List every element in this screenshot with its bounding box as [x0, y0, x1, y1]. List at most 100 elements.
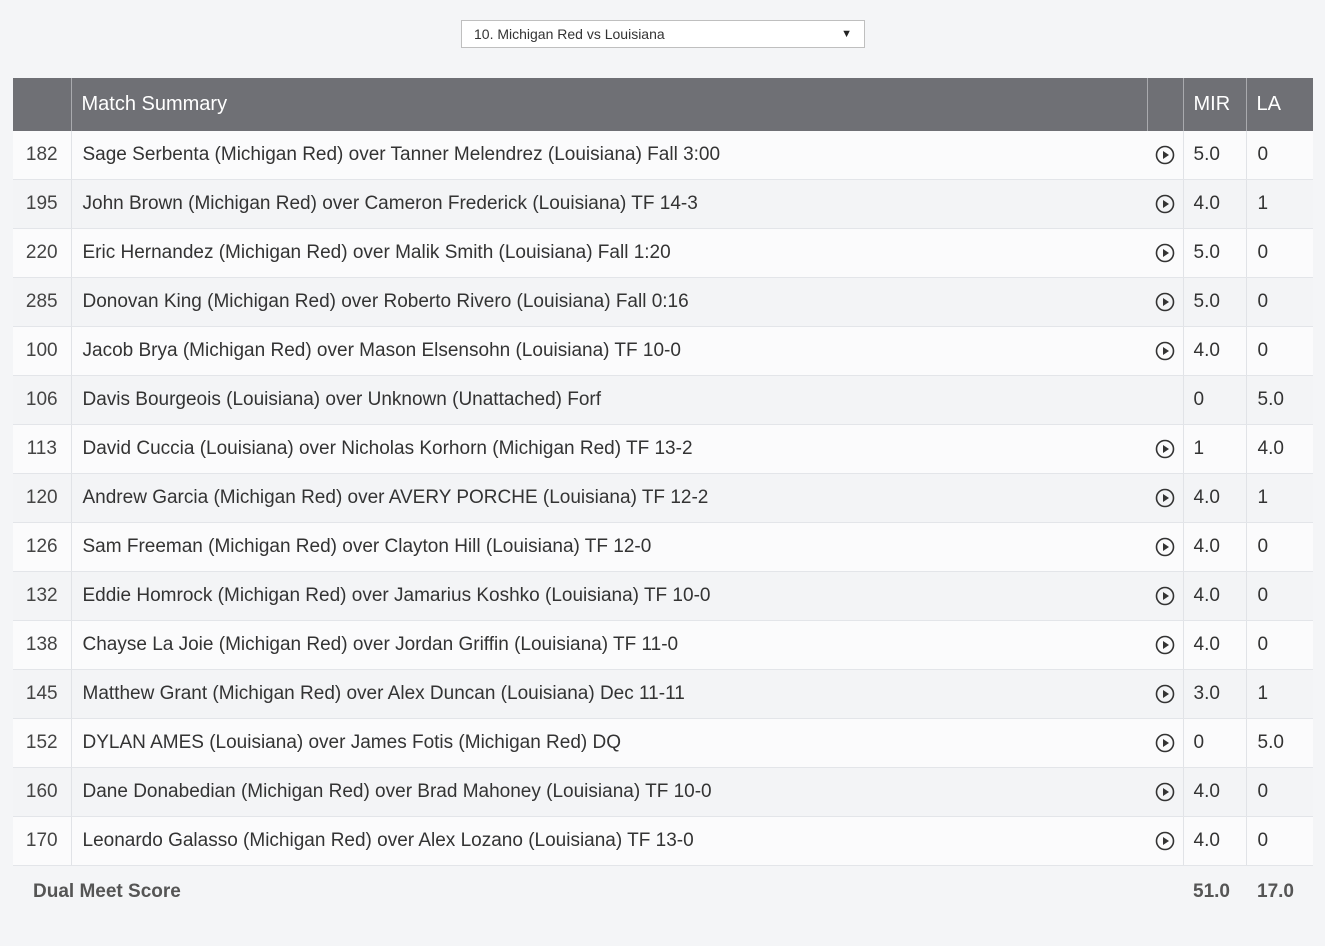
team2-points: 5.0 [1246, 718, 1313, 768]
team2-points: 1 [1246, 669, 1313, 719]
video-cell [1147, 375, 1183, 425]
video-cell [1147, 718, 1183, 768]
header-team1: MIR [1183, 78, 1247, 131]
table-row: 100 Jacob Brya (Michigan Red) over Mason … [13, 326, 1313, 376]
play-circle-icon[interactable] [1155, 292, 1175, 312]
total-la: 17.0 [1257, 881, 1294, 902]
table-row: 120 Andrew Garcia (Michigan Red) over AVE… [13, 473, 1313, 523]
dual-meet-select[interactable]: 10. Michigan Red vs Louisiana ▼ [461, 20, 865, 48]
play-circle-icon[interactable] [1155, 782, 1175, 802]
play-circle-icon[interactable] [1155, 537, 1175, 557]
weight-class: 132 [13, 571, 72, 621]
weight-class: 160 [13, 767, 72, 817]
match-summary-text: Donovan King (Michigan Red) over Roberto… [71, 277, 1147, 327]
weight-class: 126 [13, 522, 72, 572]
video-cell [1147, 669, 1183, 719]
match-summary-text: Eric Hernandez (Michigan Red) over Malik… [71, 228, 1147, 278]
team1-points: 4.0 [1182, 522, 1247, 572]
play-circle-icon[interactable] [1155, 145, 1175, 165]
team1-points: 4.0 [1182, 571, 1247, 621]
video-cell [1147, 767, 1183, 817]
video-cell [1147, 228, 1183, 278]
table-row: 152 DYLAN AMES (Louisiana) over James Fot… [13, 718, 1313, 768]
match-summary-text: Sam Freeman (Michigan Red) over Clayton … [71, 522, 1147, 572]
match-summary-text: Matthew Grant (Michigan Red) over Alex D… [71, 669, 1147, 719]
table-row: 182 Sage Serbenta (Michigan Red) over Tan… [13, 131, 1313, 180]
play-circle-icon[interactable] [1155, 488, 1175, 508]
team1-points: 3.0 [1182, 669, 1247, 719]
team2-points: 0 [1246, 326, 1313, 376]
match-summary-text: Dane Donabedian (Michigan Red) over Brad… [71, 767, 1147, 817]
team2-points: 0 [1246, 767, 1313, 817]
weight-class: 195 [13, 179, 72, 229]
play-circle-icon[interactable] [1155, 439, 1175, 459]
video-cell [1147, 571, 1183, 621]
video-cell [1147, 131, 1183, 180]
match-summary-text: Eddie Homrock (Michigan Red) over Jamari… [71, 571, 1147, 621]
team1-points: 4.0 [1182, 326, 1247, 376]
match-summary-text: Jacob Brya (Michigan Red) over Mason Els… [71, 326, 1147, 376]
weight-class: 145 [13, 669, 72, 719]
table-row: 145 Matthew Grant (Michigan Red) over Ale… [13, 669, 1313, 719]
dual-meet-select-value: 10. Michigan Red vs Louisiana [474, 26, 665, 42]
video-cell [1147, 522, 1183, 572]
table-row: 220 Eric Hernandez (Michigan Red) over Ma… [13, 228, 1313, 278]
weight-class: 113 [13, 424, 72, 474]
header-match-summary: Match Summary [71, 78, 1148, 131]
video-cell [1147, 326, 1183, 376]
team1-points: 4.0 [1182, 620, 1247, 670]
header-team2: LA [1246, 78, 1313, 131]
team2-points: 1 [1246, 179, 1313, 229]
team1-points: 4.0 [1182, 179, 1247, 229]
team2-points: 1 [1246, 473, 1313, 523]
play-circle-icon[interactable] [1155, 831, 1175, 851]
team1-points: 0 [1182, 375, 1247, 425]
team1-points: 4.0 [1182, 816, 1247, 866]
video-cell [1147, 179, 1183, 229]
play-circle-icon[interactable] [1155, 684, 1175, 704]
team2-points: 0 [1246, 571, 1313, 621]
weight-class: 106 [13, 375, 72, 425]
match-summary-text: David Cuccia (Louisiana) over Nicholas K… [71, 424, 1147, 474]
match-summary-table: Match Summary MIR LA 182 Sage Serbenta (M… [13, 78, 1313, 918]
team2-points: 0 [1246, 816, 1313, 866]
team1-points: 4.0 [1182, 473, 1247, 523]
match-summary-text: Chayse La Joie (Michigan Red) over Jorda… [71, 620, 1147, 670]
table-row: 132 Eddie Homrock (Michigan Red) over Jam… [13, 571, 1313, 621]
play-circle-icon[interactable] [1155, 341, 1175, 361]
header-video [1147, 78, 1184, 131]
play-circle-icon[interactable] [1155, 635, 1175, 655]
table-row: 195 John Brown (Michigan Red) over Camero… [13, 179, 1313, 229]
weight-class: 170 [13, 816, 72, 866]
weight-class: 138 [13, 620, 72, 670]
video-cell [1147, 424, 1183, 474]
team2-points: 0 [1246, 277, 1313, 327]
weight-class: 100 [13, 326, 72, 376]
team1-points: 1 [1182, 424, 1247, 474]
table-row: 285 Donovan King (Michigan Red) over Robe… [13, 277, 1313, 327]
match-summary-text: Leonardo Galasso (Michigan Red) over Ale… [71, 816, 1147, 866]
team1-points: 4.0 [1182, 767, 1247, 817]
match-summary-text: Andrew Garcia (Michigan Red) over AVERY … [71, 473, 1147, 523]
weight-class: 152 [13, 718, 72, 768]
video-cell [1147, 620, 1183, 670]
team2-points: 0 [1246, 522, 1313, 572]
play-circle-icon[interactable] [1155, 586, 1175, 606]
team2-points: 0 [1246, 131, 1313, 180]
weight-class: 285 [13, 277, 72, 327]
match-summary-text: Davis Bourgeois (Louisiana) over Unknown… [71, 375, 1147, 425]
play-circle-icon[interactable] [1155, 733, 1175, 753]
video-cell [1147, 816, 1183, 866]
team2-points: 0 [1246, 620, 1313, 670]
dual-meet-score-label: Dual Meet Score [33, 881, 181, 902]
play-circle-icon[interactable] [1155, 194, 1175, 214]
table-header-row: Match Summary MIR LA [13, 78, 1313, 131]
team1-points: 0 [1182, 718, 1247, 768]
play-circle-icon[interactable] [1155, 243, 1175, 263]
weight-class: 182 [13, 131, 72, 180]
header-weight [13, 78, 72, 131]
table-row: 160 Dane Donabedian (Michigan Red) over B… [13, 767, 1313, 817]
match-rows: 182 Sage Serbenta (Michigan Red) over Tan… [13, 131, 1313, 866]
video-cell [1147, 473, 1183, 523]
match-summary-text: John Brown (Michigan Red) over Cameron F… [71, 179, 1147, 229]
